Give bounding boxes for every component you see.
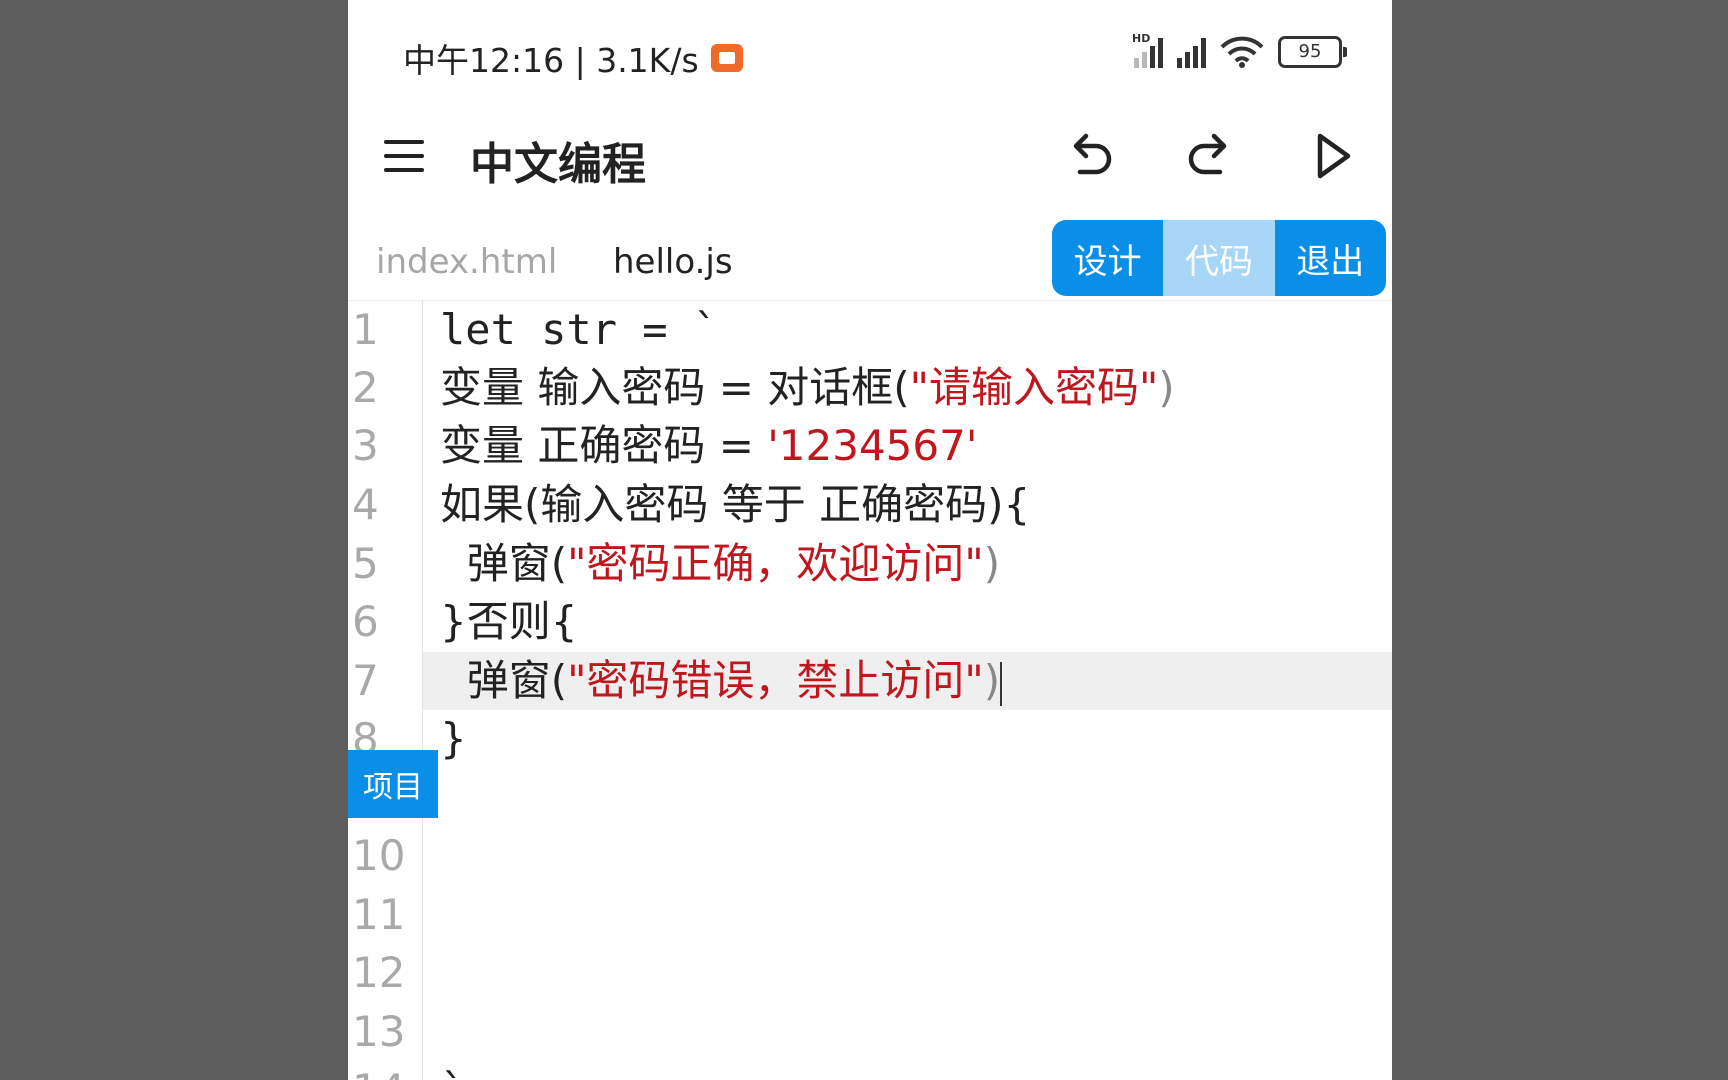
battery-level: 95 bbox=[1298, 41, 1322, 62]
mode-switch: 设计 代码 退出 bbox=[1052, 220, 1386, 296]
code-text: 变量 正确密码 = bbox=[440, 421, 768, 470]
code-line-1: let str = ` bbox=[440, 301, 718, 359]
gutter-divider bbox=[422, 300, 423, 1080]
line-number: 3 bbox=[352, 421, 379, 470]
signal-icon bbox=[1177, 38, 1206, 68]
string-literal: "请输入密码" bbox=[909, 363, 1159, 412]
line-number: 10 bbox=[352, 831, 406, 880]
code-text: ` bbox=[440, 1065, 465, 1080]
line-number: 7 bbox=[352, 656, 379, 705]
status-left: 中午12:16 | 3.1K/s bbox=[403, 34, 743, 82]
line-number: 4 bbox=[352, 480, 379, 529]
text-caret bbox=[1000, 661, 1003, 706]
code-line-3: 变量 正确密码 = '1234567' bbox=[440, 417, 977, 475]
design-mode-button[interactable]: 设计 bbox=[1052, 220, 1164, 296]
run-button[interactable] bbox=[1300, 124, 1364, 188]
code-editor[interactable]: 1 2 3 4 5 6 7 8 10 11 12 13 14 let str =… bbox=[348, 300, 1392, 1080]
code-text: 弹窗( bbox=[440, 656, 568, 705]
string-literal: '1234567' bbox=[767, 421, 978, 470]
code-line-14: ` bbox=[440, 1061, 465, 1080]
line-number: 11 bbox=[352, 890, 406, 939]
status-time: 中午12:16 | 3.1K/s bbox=[403, 41, 699, 80]
tab-hello-js[interactable]: hello.js bbox=[613, 242, 733, 282]
code-text: ) bbox=[983, 539, 1001, 588]
file-tabs: index.html hello.js 设计 代码 退出 bbox=[348, 218, 1392, 301]
app-title: 中文编程 bbox=[470, 139, 646, 190]
phone-screen: 中午12:16 | 3.1K/s HD 95 中文编程 index.html h… bbox=[348, 0, 1392, 1080]
status-bar: 中午12:16 | 3.1K/s HD 95 bbox=[348, 0, 1392, 110]
menu-icon[interactable] bbox=[384, 136, 424, 176]
code-text: }否则{ bbox=[440, 597, 578, 646]
wifi-icon bbox=[1220, 36, 1264, 68]
code-line-4: 如果(输入密码 等于 正确密码){ bbox=[440, 476, 1030, 534]
battery-icon: 95 bbox=[1278, 36, 1347, 68]
code-text: ) bbox=[983, 656, 1001, 705]
string-literal: "密码正确，欢迎访问" bbox=[567, 539, 984, 588]
line-number: 13 bbox=[352, 1007, 406, 1056]
code-line-2: 变量 输入密码 = 对话框("请输入密码") bbox=[440, 359, 1175, 417]
exit-button[interactable]: 退出 bbox=[1274, 220, 1386, 296]
redo-icon bbox=[1188, 133, 1227, 175]
line-number: 2 bbox=[352, 363, 379, 412]
run-icon bbox=[1317, 133, 1351, 179]
undo-button[interactable] bbox=[1058, 124, 1122, 188]
undo-icon bbox=[1073, 133, 1112, 175]
code-line-6: }否则{ bbox=[440, 593, 577, 651]
code-line-8: } bbox=[440, 710, 467, 768]
code-mode-button[interactable]: 代码 bbox=[1163, 220, 1275, 296]
string-literal: "密码错误，禁止访问" bbox=[567, 656, 984, 705]
code-line-5: 弹窗("密码正确，欢迎访问") bbox=[440, 535, 1000, 593]
line-number: 5 bbox=[352, 539, 379, 588]
code-line-7: 弹窗("密码错误，禁止访问") bbox=[440, 652, 1003, 710]
redo-button[interactable] bbox=[1178, 124, 1242, 188]
code-text: ) bbox=[1158, 363, 1175, 412]
line-number: 1 bbox=[352, 305, 379, 354]
project-button[interactable]: 项目 bbox=[348, 750, 438, 818]
tab-index-html[interactable]: index.html bbox=[376, 242, 557, 282]
app-toolbar: 中文编程 bbox=[348, 110, 1392, 210]
hd-signal-icon: HD bbox=[1132, 32, 1163, 68]
line-number: 12 bbox=[352, 948, 406, 997]
code-text: 变量 输入密码 = 对话框( bbox=[440, 363, 910, 412]
screen-record-icon bbox=[710, 44, 743, 72]
status-right: HD 95 bbox=[1132, 32, 1347, 68]
code-text: let str = ` bbox=[440, 305, 719, 354]
line-number: 14 bbox=[352, 1061, 405, 1080]
code-text: 弹窗( bbox=[440, 539, 568, 588]
code-text: } bbox=[440, 714, 467, 763]
code-text: 如果(输入密码 等于 正确密码){ bbox=[440, 480, 1031, 529]
line-number: 6 bbox=[352, 597, 379, 646]
